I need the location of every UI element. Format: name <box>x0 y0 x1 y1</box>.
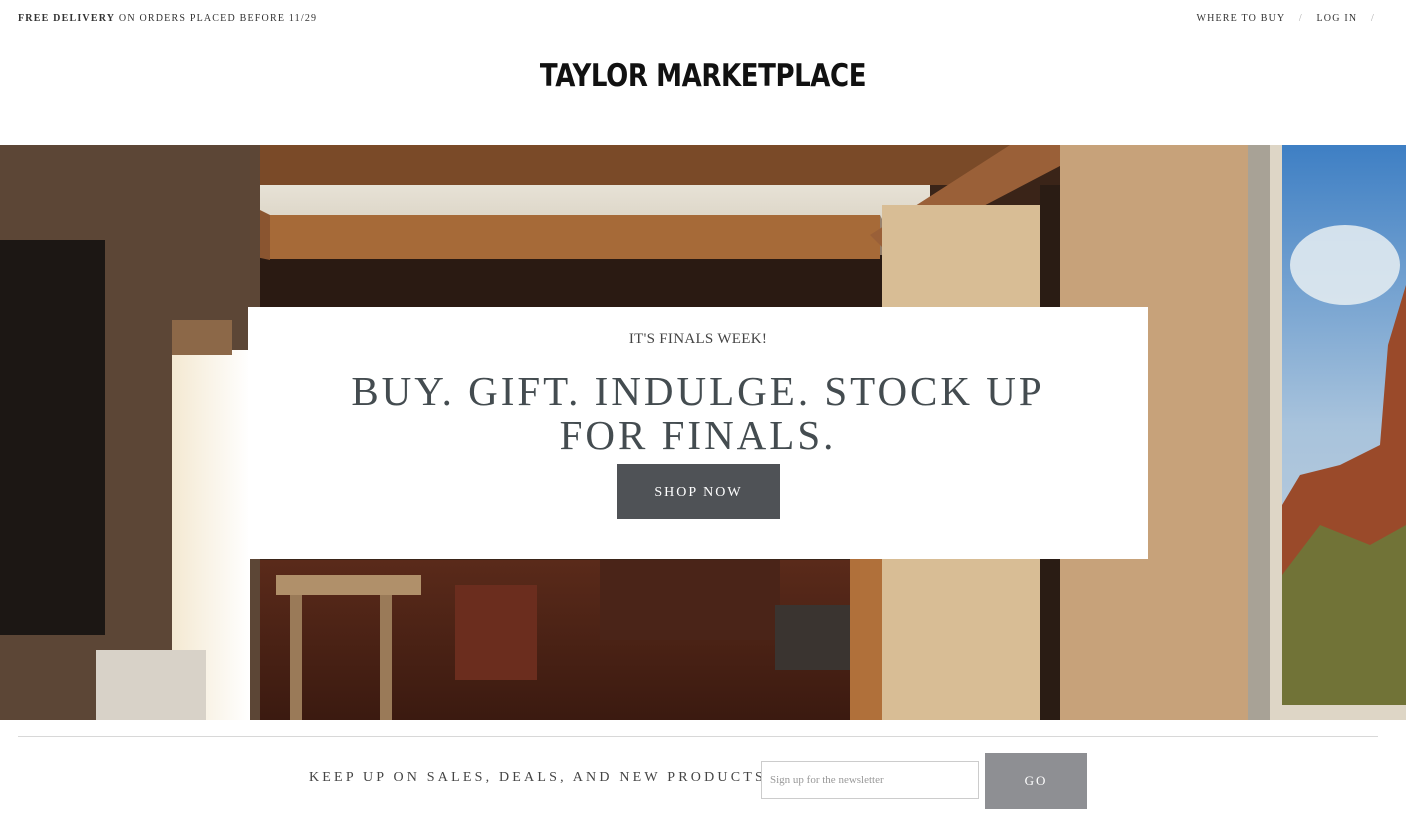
newsletter-email-input[interactable] <box>761 761 979 799</box>
utility-nav: WHERE TO BUY / LOG IN / <box>1196 13 1385 24</box>
hero-banner: IT'S FINALS WEEK! BUY. GIFT. INDULGE. ST… <box>0 145 1406 720</box>
nav-separator: / <box>1371 13 1375 24</box>
nav-separator: / <box>1298 13 1303 24</box>
log-in-link[interactable]: LOG IN <box>1317 13 1358 24</box>
site-logo[interactable]: TAYLOR MARKETPLACE <box>112 58 1293 94</box>
newsletter-label: KEEP UP ON SALES, DEALS, AND NEW PRODUCT… <box>309 770 766 785</box>
promo-banner: FREE DELIVERY ON ORDERS PLACED BEFORE 11… <box>18 13 317 24</box>
hero-headline: BUY. GIFT. INDULGE. STOCK UP FOR FINALS. <box>351 368 1045 458</box>
promo-text: ON ORDERS PLACED BEFORE 11/29 <box>118 13 318 24</box>
newsletter-go-button[interactable]: GO <box>985 753 1087 809</box>
hero-promo-card: IT'S FINALS WEEK! BUY. GIFT. INDULGE. ST… <box>248 307 1148 559</box>
where-to-buy-link[interactable]: WHERE TO BUY <box>1196 13 1285 24</box>
top-bar: FREE DELIVERY ON ORDERS PLACED BEFORE 11… <box>0 0 1406 38</box>
section-divider <box>18 736 1378 737</box>
hero-eyebrow: IT'S FINALS WEEK! <box>628 331 768 347</box>
shop-now-button[interactable]: SHOP NOW <box>617 464 780 519</box>
promo-highlight: FREE DELIVERY <box>18 13 116 24</box>
